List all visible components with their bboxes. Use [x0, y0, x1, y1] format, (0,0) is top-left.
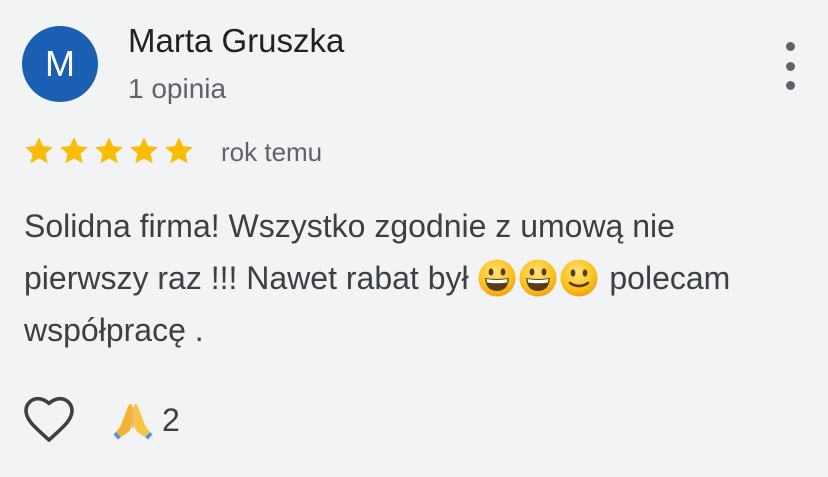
review-time: rok temu: [221, 137, 323, 167]
star-icon: [165, 137, 193, 164]
grinning-face-emoji: [519, 259, 557, 297]
grinning-face-emoji: [478, 259, 516, 297]
avatar[interactable]: M: [22, 26, 98, 102]
review-text-line-2-start: pierwszy raz !!! Nawet rabat był: [24, 260, 478, 296]
review-text-line-2: pierwszy raz !!! Nawet rabat był polecam: [24, 252, 824, 304]
reaction-button[interactable]: 2: [112, 400, 180, 440]
review-text-line-3: współpracę .: [24, 312, 204, 348]
folded-hands-emoji: [113, 404, 153, 440]
review-text-line-2-end: polecam: [600, 260, 731, 296]
star-rating: [22, 134, 196, 168]
heart-outline-icon[interactable]: [22, 394, 76, 446]
review-actions: 2: [22, 394, 180, 446]
review-card: M Marta Gruszka 1 opinia rok temu Solidn…: [0, 0, 828, 477]
star-icon: [25, 137, 53, 164]
author-review-count: 1 opinia: [128, 73, 227, 104]
slightly-smiling-face-emoji: [560, 259, 598, 297]
more-options-icon[interactable]: [770, 38, 810, 94]
review-text-line-1: Solidna firma! Wszystko zgodnie z umową …: [24, 208, 675, 244]
avatar-initial: M: [45, 43, 75, 84]
reaction-count: 2: [162, 401, 180, 438]
star-icon: [60, 137, 88, 164]
author-name[interactable]: Marta Gruszka: [128, 22, 344, 60]
review-text: Solidna firma! Wszystko zgodnie z umową …: [24, 200, 824, 356]
star-icon: [130, 137, 158, 164]
star-icon: [95, 137, 123, 164]
